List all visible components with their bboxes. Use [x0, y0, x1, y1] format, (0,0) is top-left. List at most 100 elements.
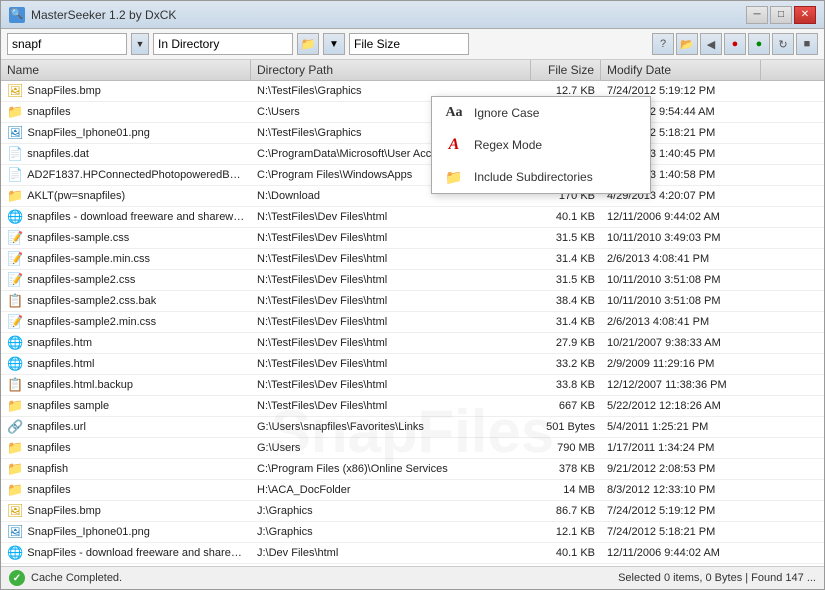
- regex-mode-label: Regex Mode: [474, 138, 542, 152]
- file-size: 27.9 KB: [531, 335, 601, 351]
- file-name-cell: 🌐 snapfiles.htm: [1, 333, 251, 353]
- file-type-icon: 📝: [7, 230, 23, 246]
- table-row[interactable]: 📁 snapfiles G:\Users 790 MB 1/17/2011 1:…: [1, 438, 824, 459]
- table-row[interactable]: 📋 snapfiles.html.backup N:\TestFiles\Dev…: [1, 375, 824, 396]
- file-name: SnapFiles_Iphone01.png: [28, 526, 150, 538]
- file-name-cell: 📋 snapfiles.html.backup: [1, 375, 251, 395]
- table-row[interactable]: 📝 snapfiles-sample.css N:\TestFiles\Dev …: [1, 228, 824, 249]
- col-header-path[interactable]: Directory Path: [251, 60, 531, 80]
- help-button[interactable]: ?: [652, 33, 674, 55]
- ignore-case-item[interactable]: Aa Ignore Case: [432, 97, 650, 129]
- file-type-icon: 🖼: [7, 125, 24, 141]
- main-window: 🔍 MasterSeeker 1.2 by DxCK ─ □ ✕ ▼ 📁 ▼ ?…: [0, 0, 825, 590]
- table-row[interactable]: 📁 snapfish C:\Program Files (x86)\Online…: [1, 459, 824, 480]
- file-name: snapfiles.htm: [27, 337, 92, 349]
- file-size: 31.4 KB: [531, 251, 601, 267]
- file-name-cell: 🔗 snapfiles.url: [1, 417, 251, 437]
- table-row[interactable]: 🖼 SnapFiles_Iphone01.png J:\Graphics 12.…: [1, 522, 824, 543]
- file-type-icon: 🔗: [7, 419, 23, 435]
- red-icon-button[interactable]: ●: [724, 33, 746, 55]
- location-input[interactable]: [153, 33, 293, 55]
- file-path: N:\TestFiles\Dev Files\html: [251, 251, 531, 267]
- file-name-cell: 📁 snapfiles: [1, 438, 251, 458]
- file-name-cell: 📁 snapfiles: [1, 102, 251, 122]
- search-dropdown-button[interactable]: ▼: [131, 33, 149, 55]
- browse-folder-button[interactable]: 📁: [297, 33, 319, 55]
- table-row[interactable]: 🌐 snapfiles - download freeware and shar…: [1, 207, 824, 228]
- file-name: snapfiles-sample2.css.bak: [27, 295, 156, 307]
- file-date: 2/9/2009 11:29:16 PM: [601, 356, 761, 372]
- green-icon-button[interactable]: ●: [748, 33, 770, 55]
- col-header-size[interactable]: File Size: [531, 60, 601, 80]
- file-date: 10/11/2010 3:51:08 PM: [601, 272, 761, 288]
- file-name-cell: 📝 snapfiles-sample.css: [1, 564, 251, 566]
- table-row[interactable]: 📝 snapfiles-sample.css J:\Dev Files\html…: [1, 564, 824, 566]
- table-row[interactable]: 🌐 snapfiles.html N:\TestFiles\Dev Files\…: [1, 354, 824, 375]
- table-row[interactable]: 🖼 SnapFiles_Iphone01.png N:\TestFiles\Gr…: [1, 123, 824, 144]
- file-size-input[interactable]: [349, 33, 469, 55]
- title-controls: ─ □ ✕: [746, 6, 816, 24]
- table-row[interactable]: 📝 snapfiles-sample2.min.css N:\TestFiles…: [1, 312, 824, 333]
- table-row[interactable]: 🖼 SnapFiles.bmp J:\Graphics 86.7 KB 7/24…: [1, 501, 824, 522]
- file-rows-container: 🖼 SnapFiles.bmp N:\TestFiles\Graphics 12…: [1, 81, 824, 566]
- include-subdirs-item[interactable]: 📁 Include Subdirectories: [432, 161, 650, 193]
- table-row[interactable]: 🌐 snapfiles.htm N:\TestFiles\Dev Files\h…: [1, 333, 824, 354]
- col-header-date[interactable]: Modify Date: [601, 60, 761, 80]
- file-size: 378 KB: [531, 461, 601, 477]
- file-date: 7/24/2012 5:19:12 PM: [601, 503, 761, 519]
- file-path: N:\TestFiles\Dev Files\html: [251, 209, 531, 225]
- status-left: ✓ Cache Completed.: [9, 570, 122, 586]
- table-row[interactable]: 📋 snapfiles-sample2.css.bak N:\TestFiles…: [1, 291, 824, 312]
- file-type-icon: 📁: [7, 440, 23, 456]
- maximize-button[interactable]: □: [770, 6, 792, 24]
- table-row[interactable]: 🌐 SnapFiles - download freeware and shar…: [1, 543, 824, 564]
- file-name-cell: 📄 AD2F1837.HPConnectedPhotopoweredBySn..…: [1, 165, 251, 185]
- file-type-icon: 🖼: [7, 503, 24, 519]
- app-icon: 🔍: [9, 7, 25, 23]
- back-button[interactable]: ◀: [700, 33, 722, 55]
- title-bar: 🔍 MasterSeeker 1.2 by DxCK ─ □ ✕: [1, 1, 824, 29]
- file-size: 33.2 KB: [531, 356, 601, 372]
- file-name: snapfiles - download freeware and sharew…: [27, 211, 245, 223]
- close-button[interactable]: ✕: [794, 6, 816, 24]
- col-header-name[interactable]: Name: [1, 60, 251, 80]
- table-row[interactable]: 🖼 SnapFiles.bmp N:\TestFiles\Graphics 12…: [1, 81, 824, 102]
- table-row[interactable]: 📄 AD2F1837.HPConnectedPhotopoweredBySn..…: [1, 165, 824, 186]
- regex-mode-item[interactable]: A Regex Mode: [432, 129, 650, 161]
- sort-order-button[interactable]: ▼: [323, 33, 345, 55]
- file-path: N:\TestFiles\Dev Files\html: [251, 272, 531, 288]
- file-name-cell: 📄 snapfiles.dat: [1, 144, 251, 164]
- file-path: J:\Graphics: [251, 524, 531, 540]
- file-size: 86.7 KB: [531, 503, 601, 519]
- file-type-icon: 🌐: [7, 545, 23, 561]
- search-input[interactable]: [7, 33, 127, 55]
- refresh-button[interactable]: ↻: [772, 33, 794, 55]
- file-name: SnapFiles_Iphone01.png: [28, 127, 150, 139]
- file-name: snapfiles.html: [27, 358, 94, 370]
- file-name: SnapFiles.bmp: [28, 505, 101, 517]
- table-row[interactable]: 📝 snapfiles-sample.min.css N:\TestFiles\…: [1, 249, 824, 270]
- file-path: N:\TestFiles\Dev Files\html: [251, 377, 531, 393]
- file-name-cell: 🖼 SnapFiles_Iphone01.png: [1, 123, 251, 143]
- include-subdirs-label: Include Subdirectories: [474, 170, 593, 184]
- table-row[interactable]: 📁 snapfiles H:\ACA_DocFolder 14 MB 8/3/2…: [1, 480, 824, 501]
- minimize-button[interactable]: ─: [746, 6, 768, 24]
- file-type-icon: 📁: [7, 188, 23, 204]
- table-row[interactable]: 📝 snapfiles-sample2.css N:\TestFiles\Dev…: [1, 270, 824, 291]
- file-name: snapfiles.url: [27, 421, 86, 433]
- stop-button[interactable]: ■: [796, 33, 818, 55]
- table-row[interactable]: 📁 snapfiles sample N:\TestFiles\Dev File…: [1, 396, 824, 417]
- file-size: 31.5 KB: [531, 230, 601, 246]
- file-date: 10/21/2007 9:38:33 AM: [601, 335, 761, 351]
- table-row[interactable]: 📁 snapfiles C:\Users 9/25/2012 9:54:44 A…: [1, 102, 824, 123]
- file-name: snapfiles: [27, 442, 70, 454]
- table-row[interactable]: 📄 snapfiles.dat C:\ProgramData\Microsoft…: [1, 144, 824, 165]
- file-name-cell: 📁 snapfiles: [1, 480, 251, 500]
- table-row[interactable]: 🔗 snapfiles.url G:\Users\snapfiles\Favor…: [1, 417, 824, 438]
- file-list[interactable]: Name Directory Path File Size Modify Dat…: [1, 60, 824, 566]
- file-name-cell: 🖼 SnapFiles.bmp: [1, 81, 251, 101]
- open-button[interactable]: 📂: [676, 33, 698, 55]
- file-type-icon: 📄: [7, 146, 23, 162]
- file-date: 12/11/2006 9:44:02 AM: [601, 545, 761, 561]
- table-row[interactable]: 📁 AKLT(pw=snapfiles) N:\Download 170 KB …: [1, 186, 824, 207]
